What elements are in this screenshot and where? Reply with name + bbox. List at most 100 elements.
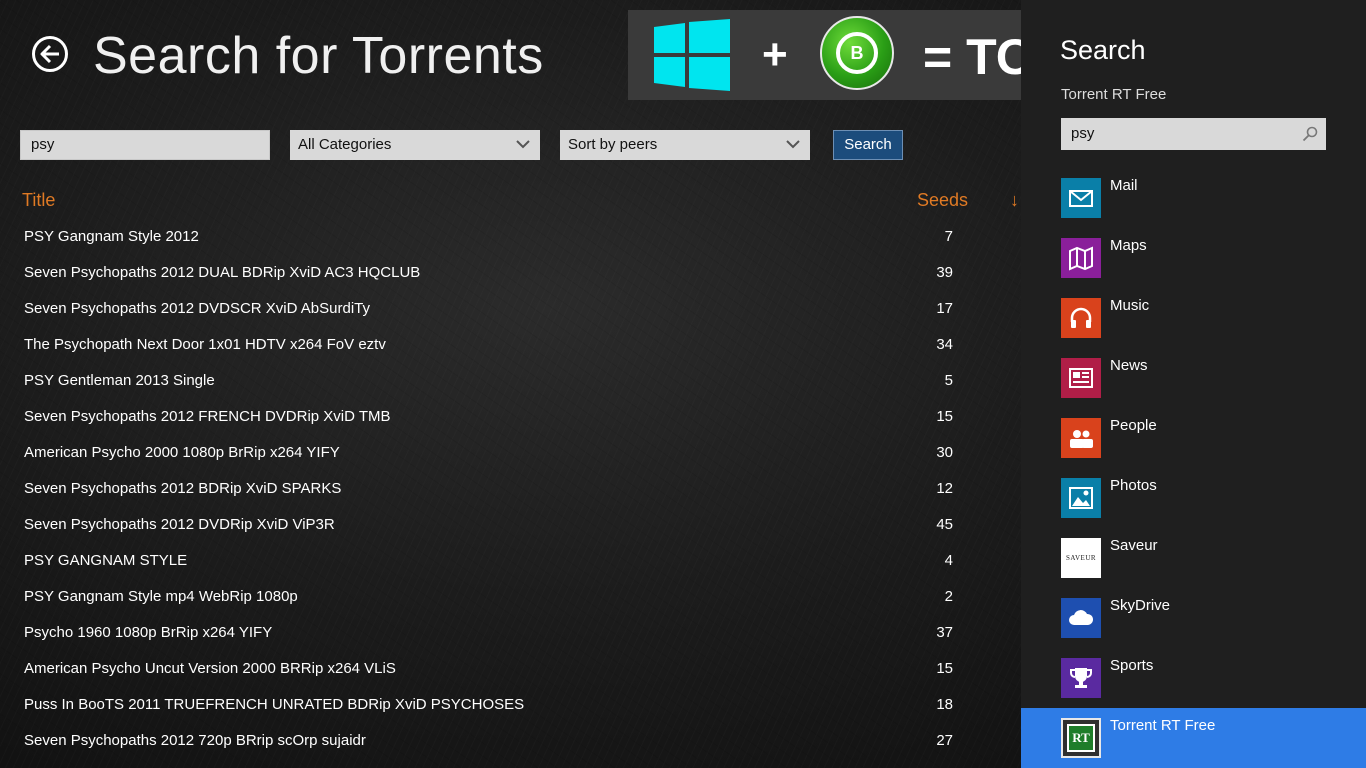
charm-app-label: Sports	[1110, 657, 1154, 674]
row-title: American Psycho Uncut Version 2000 BRRip…	[24, 660, 396, 677]
sort-select[interactable]: Sort by peers	[560, 130, 810, 160]
back-arrow-icon	[40, 44, 59, 64]
table-row[interactable]: American Psycho Uncut Version 2000 BRRip…	[0, 651, 1021, 687]
news-icon	[1061, 358, 1101, 398]
back-button[interactable]	[32, 36, 68, 72]
charm-app-maps[interactable]: Maps	[1021, 228, 1366, 288]
cloud-icon	[1061, 598, 1101, 638]
mail-icon	[1061, 178, 1101, 218]
row-title: PSY Gentleman 2013 Single	[24, 372, 215, 389]
charm-app-label: News	[1110, 357, 1148, 374]
charm-app-label: People	[1110, 417, 1157, 434]
charm-app-skydrive[interactable]: SkyDrive	[1021, 588, 1366, 648]
charm-app-label: SkyDrive	[1110, 597, 1171, 614]
charm-app-torrent-rt-free[interactable]: RT Torrent RT Free	[1021, 708, 1366, 768]
table-row[interactable]: Seven Psychopaths 2012 DVDSCR XviD AbSur…	[0, 291, 1021, 327]
table-row[interactable]: PSY Gangnam Style mp4 WebRip 1080p 2	[0, 579, 1021, 615]
table-row[interactable]: American Psycho 2000 1080p BrRip x264 YI…	[0, 435, 1021, 471]
table-row[interactable]: Seven Psychopaths 2012 BDRip XviD SPARKS…	[0, 471, 1021, 507]
row-seeds: 4	[944, 552, 953, 569]
search-icon[interactable]	[1302, 126, 1318, 142]
charm-scope-selector[interactable]: Torrent RT Free	[1061, 86, 1166, 103]
row-title: PSY Gangnam Style 2012	[24, 228, 199, 245]
row-seeds: 5	[944, 372, 953, 389]
banner-ad[interactable]: + B = TO	[628, 10, 1021, 100]
bittorrent-logo-icon: B	[820, 16, 894, 90]
row-title: Seven Psychopaths 2012 FRENCH DVDRip Xvi…	[24, 408, 391, 425]
banner-equals-text: = TO	[923, 29, 1021, 85]
row-seeds: 12	[936, 480, 953, 497]
saveur-icon: SAVEUR	[1061, 538, 1101, 578]
charm-app-label: Torrent RT Free	[1110, 717, 1216, 734]
people-icon	[1061, 418, 1101, 458]
charm-app-photos[interactable]: Photos	[1021, 468, 1366, 528]
charm-app-label: Music	[1110, 297, 1150, 314]
search-query-input[interactable]: psy	[20, 130, 270, 160]
torrent-rt-logo-text: RT	[1067, 724, 1095, 752]
charm-title: Search	[1060, 35, 1146, 65]
table-row[interactable]: Psycho 1960 1080p BrRip x264 YIFY 37	[0, 615, 1021, 651]
search-charm-panel: Search Torrent RT Free psy Mail Maps Music…	[1021, 0, 1366, 768]
row-seeds: 2	[944, 588, 953, 605]
column-header-title[interactable]: Title	[22, 190, 55, 211]
charm-app-mail[interactable]: Mail	[1021, 168, 1366, 228]
chevron-down-icon	[516, 140, 530, 149]
column-header-seeds[interactable]: Seeds	[917, 190, 968, 211]
table-row[interactable]: Seven Psychopaths 2012 DVDRip XviD ViP3R…	[0, 507, 1021, 543]
table-row[interactable]: PSY Gentleman 2013 Single 5	[0, 363, 1021, 399]
row-seeds: 17	[936, 300, 953, 317]
charm-search-input[interactable]: psy	[1061, 118, 1326, 150]
table-row[interactable]: Seven Psychopaths 2012 DUAL BDRip XviD A…	[0, 255, 1021, 291]
table-row[interactable]: PSY Gangnam Style 2012 7	[0, 219, 1021, 255]
row-seeds: 18	[936, 696, 953, 713]
torrent-rt-icon: RT	[1061, 718, 1101, 758]
row-title: The Psychopath Next Door 1x01 HDTV x264 …	[24, 336, 386, 353]
row-title: Seven Psychopaths 2012 DUAL BDRip XviD A…	[24, 264, 421, 281]
row-title: PSY GANGNAM STYLE	[24, 552, 188, 569]
row-seeds: 27	[936, 732, 953, 749]
headphones-icon	[1061, 298, 1101, 338]
row-seeds: 34	[936, 336, 953, 353]
category-select[interactable]: All Categories	[290, 130, 540, 160]
row-title: Psycho 1960 1080p BrRip x264 YIFY	[24, 624, 273, 641]
column-header-peers[interactable]: ↓	[1010, 190, 1019, 211]
row-seeds: 30	[936, 444, 953, 461]
photos-icon	[1061, 478, 1101, 518]
charm-app-saveur[interactable]: SAVEUR Saveur	[1021, 528, 1366, 588]
category-select-value: All Categories	[298, 136, 392, 153]
charm-app-sports[interactable]: Sports	[1021, 648, 1366, 708]
charm-app-label: Mail	[1110, 177, 1138, 194]
bittorrent-letter: B	[836, 32, 878, 74]
row-seeds: 39	[936, 264, 953, 281]
table-row[interactable]: Seven Psychopaths 2012 FRENCH DVDRip Xvi…	[0, 399, 1021, 435]
charm-app-label: Saveur	[1110, 537, 1158, 554]
chevron-down-icon	[786, 140, 800, 149]
trophy-icon	[1061, 658, 1101, 698]
search-button[interactable]: Search	[833, 130, 903, 160]
row-title: Seven Psychopaths 2012 DVDSCR XviD AbSur…	[24, 300, 371, 317]
row-title: Seven Psychopaths 2012 720p BRrip scOrp …	[24, 732, 366, 749]
row-title: Seven Psychopaths 2012 DVDRip XviD ViP3R	[24, 516, 335, 533]
saveur-logo-text: SAVEUR	[1065, 554, 1097, 562]
row-seeds: 15	[936, 408, 953, 425]
row-title: Seven Psychopaths 2012 BDRip XviD SPARKS	[24, 480, 342, 497]
row-seeds: 45	[936, 516, 953, 533]
banner-plus: +	[762, 30, 788, 79]
row-title: American Psycho 2000 1080p BrRip x264 YI…	[24, 444, 340, 461]
table-row[interactable]: Puss In BooTS 2011 TRUEFRENCH UNRATED BD…	[0, 687, 1021, 723]
row-seeds: 15	[936, 660, 953, 677]
table-row[interactable]: Seven Psychopaths 2012 720p BRrip scOrp …	[0, 723, 1021, 759]
charm-app-label: Photos	[1110, 477, 1157, 494]
row-seeds: 37	[936, 624, 953, 641]
table-row[interactable]: The Psychopath Next Door 1x01 HDTV x264 …	[0, 327, 1021, 363]
sort-select-value: Sort by peers	[568, 136, 658, 153]
row-title: PSY Gangnam Style mp4 WebRip 1080p	[24, 588, 298, 605]
table-row[interactable]: PSY GANGNAM STYLE 4	[0, 543, 1021, 579]
row-seeds: 7	[944, 228, 953, 245]
charm-app-news[interactable]: News	[1021, 348, 1366, 408]
charm-search-value: psy	[1071, 125, 1095, 142]
page-title: Search for Torrents	[93, 27, 544, 85]
charm-app-music[interactable]: Music	[1021, 288, 1366, 348]
charm-app-people[interactable]: People	[1021, 408, 1366, 468]
maps-icon	[1061, 238, 1101, 278]
